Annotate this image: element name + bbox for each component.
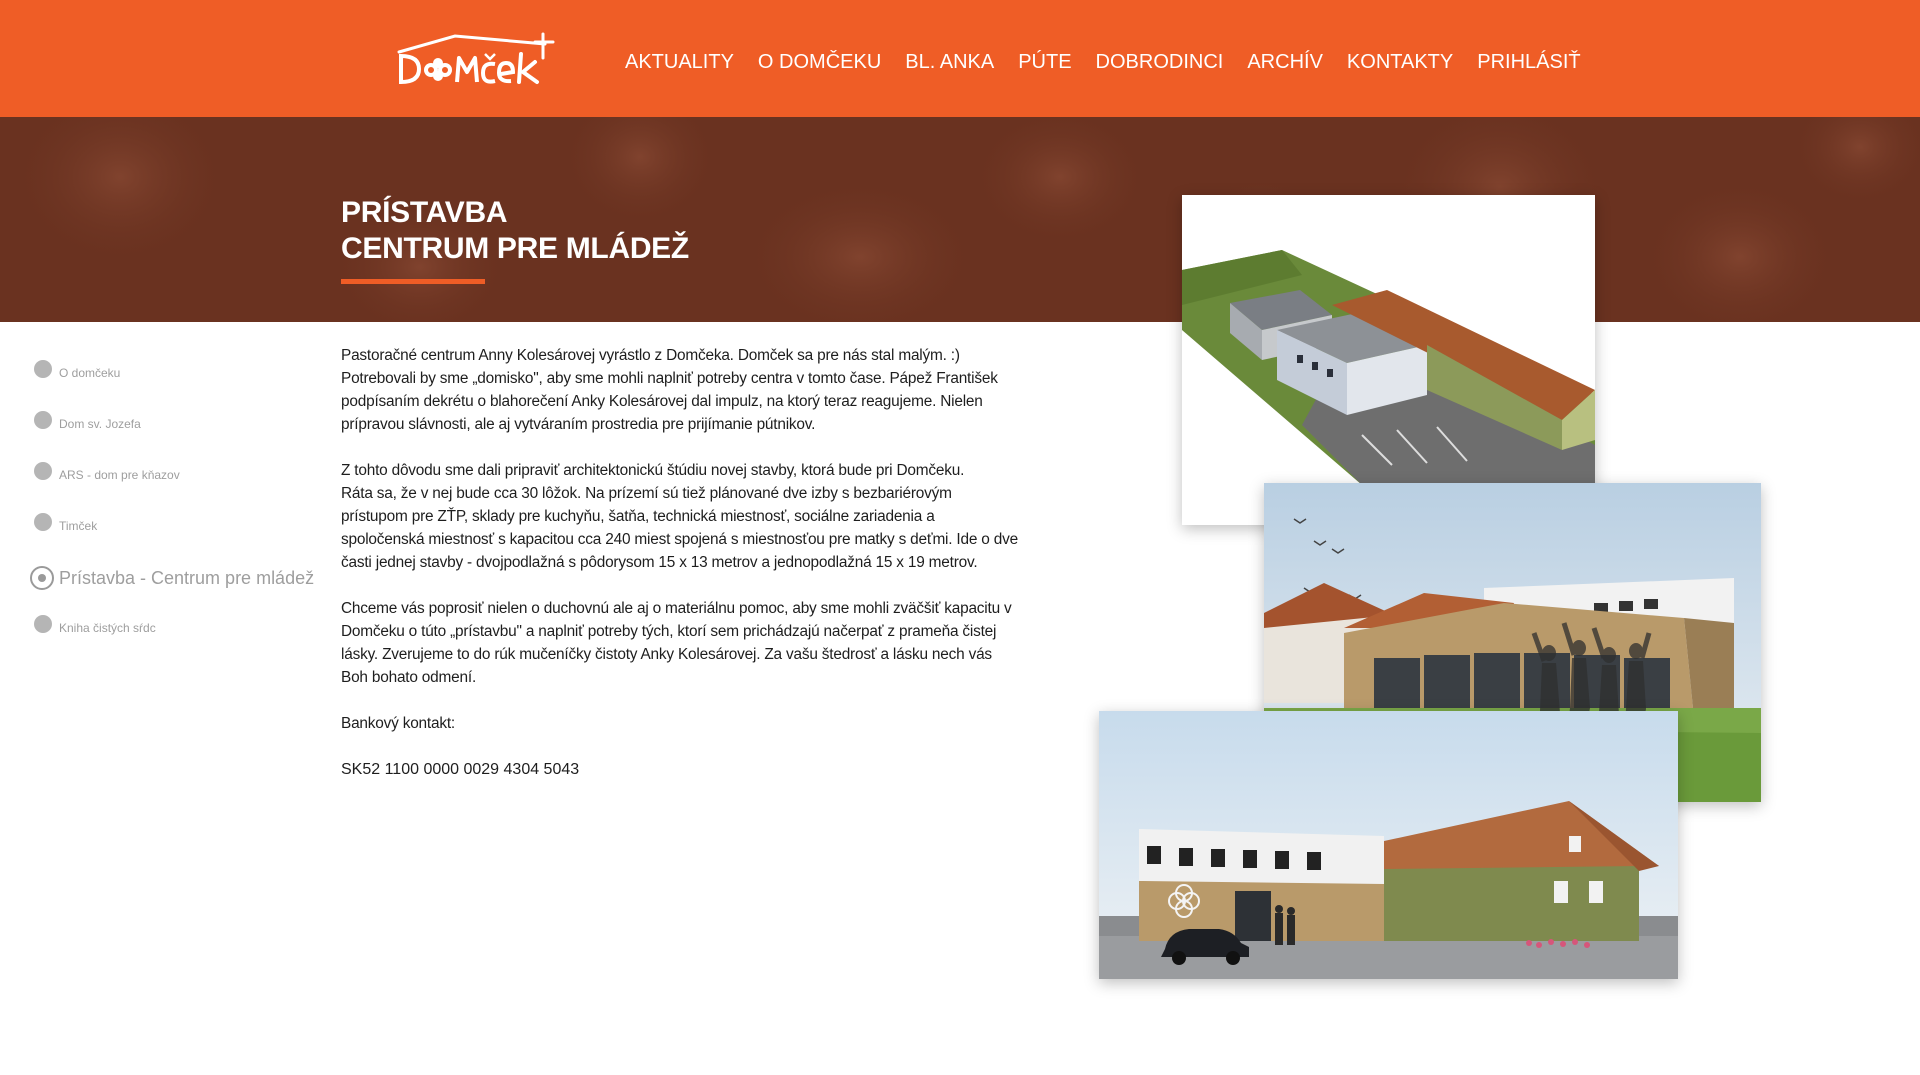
sidenav-item-timcek[interactable]: Timček [28, 505, 318, 556]
main-nav: AKTUALITY O DOMČEKU BL. ANKA PÚTE DOBROD… [625, 49, 1605, 75]
sidenav-item-ars[interactable]: ARS - dom pre kňazov [28, 454, 318, 505]
sidenav-item-label: O domčeku [59, 366, 121, 380]
sidenav-item-label: Kniha čistých sŕdc [59, 621, 156, 635]
hero-background-image [0, 117, 1920, 322]
sidenav-item-label: Timček [59, 519, 98, 533]
top-navigation-bar: AKTUALITY O DOMČEKU BL. ANKA PÚTE DOBROD… [0, 0, 1920, 117]
paragraph-appeal: Chceme vás poprosiť nielen o duchovnú al… [341, 600, 1012, 686]
domcek-logo-icon [397, 32, 555, 85]
sidenav-item-label-active: Prístavba - Centrum pre mládež [59, 568, 315, 588]
paragraph-study-details: Ráta sa, že v nej bude cca 30 lôžok. Na … [341, 485, 1018, 571]
domcek-logo[interactable] [395, 32, 555, 88]
bank-contact-label: Bankový kontakt: [341, 715, 456, 732]
sidenav-item-label: ARS - dom pre kňazov [59, 468, 180, 482]
nav-dobrodinci[interactable]: DOBRODINCI [1096, 49, 1224, 75]
sidenav-dot-icon [34, 360, 52, 378]
nav-o-domceku[interactable]: O DOMČEKU [758, 49, 881, 75]
sidenav-item-o-domceku[interactable]: O domčeku [28, 352, 318, 403]
paragraph-study-line1: Z tohto dôvodu sme dali pripraviť archit… [341, 462, 965, 479]
sidenav-item-dom-sv-jozefa[interactable]: Dom sv. Jozefa [28, 403, 318, 454]
nav-pute[interactable]: PÚTE [1018, 49, 1071, 75]
sidenav-dot-icon [34, 513, 52, 531]
nav-archiv[interactable]: ARCHÍV [1247, 49, 1323, 75]
bank-account-iban: SK52 1100 0000 0029 4304 5043 [341, 761, 580, 778]
paragraph-study: Z tohto dôvodu sme dali pripraviť archit… [341, 459, 1021, 574]
title-underline [341, 279, 485, 284]
sidenav-active-dot-icon [30, 566, 54, 590]
building-render-street-image[interactable] [1099, 711, 1678, 979]
paragraph-intro: Pastoračné centrum Anny Kolesárovej vyrá… [341, 347, 998, 433]
nav-bl-anka[interactable]: BL. ANKA [905, 49, 994, 75]
nav-prihlasit[interactable]: PRIHLÁSIŤ [1477, 49, 1580, 75]
sidenav-item-kniha-cistych-srdc[interactable]: Kniha čistých sŕdc [28, 607, 318, 658]
sidenav-item-pristavba[interactable]: Prístavba - Centrum pre mládež [28, 556, 318, 607]
aerial-building-render-image[interactable] [1182, 195, 1595, 525]
nav-aktuality[interactable]: AKTUALITY [625, 49, 734, 75]
page-title: PRÍSTAVBA CENTRUM PRE MLÁDEŽ [341, 195, 689, 267]
nav-kontakty[interactable]: KONTAKTY [1347, 49, 1453, 75]
sidenav-dot-icon [34, 462, 52, 480]
page-title-line2: CENTRUM PRE MLÁDEŽ [341, 232, 689, 265]
page-title-line1: PRÍSTAVBA [341, 196, 508, 229]
sidenav-dot-icon [34, 411, 52, 429]
article-body: Pastoračné centrum Anny Kolesárovej vyrá… [341, 344, 1021, 804]
side-navigation: O domčeku Dom sv. Jozefa ARS - dom pre k… [28, 352, 318, 658]
page-hero: PRÍSTAVBA CENTRUM PRE MLÁDEŽ [0, 117, 1920, 322]
sidenav-dot-icon [34, 615, 52, 633]
sidenav-item-label: Dom sv. Jozefa [59, 417, 141, 431]
